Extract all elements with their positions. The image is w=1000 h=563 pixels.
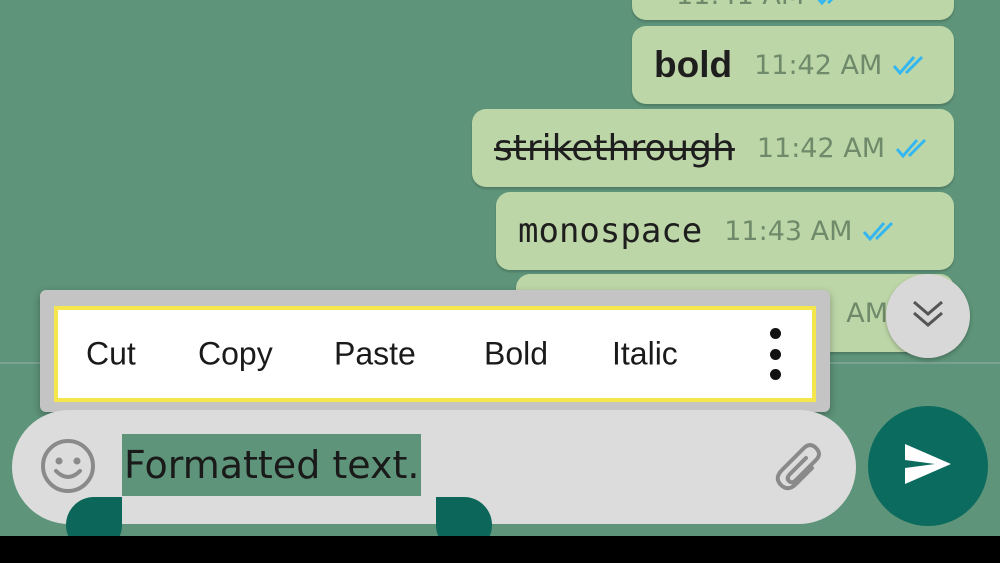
emoji-icon[interactable]: [38, 436, 98, 496]
message-composer: Formatted text.: [12, 410, 856, 524]
double-chevron-down-icon: [910, 298, 946, 334]
scroll-to-bottom-button[interactable]: [886, 274, 970, 358]
message-time: AM: [846, 297, 888, 329]
more-vert-icon[interactable]: [758, 324, 792, 384]
double-check-icon: [892, 54, 930, 76]
message-time: 11:43 AM: [724, 215, 853, 247]
message-bubble[interactable]: bold 11:42 AM: [632, 26, 954, 104]
double-check-icon: [814, 0, 852, 6]
message-text: strikethrough: [494, 127, 735, 169]
message-text: monospace: [518, 211, 703, 251]
message-bubble[interactable]: monospace 11:43 AM: [496, 192, 954, 270]
send-button[interactable]: [868, 406, 988, 526]
menu-item-copy[interactable]: Copy: [198, 336, 273, 373]
navigation-bar: [0, 536, 1000, 563]
message-time: 11:41 AM: [676, 0, 804, 11]
message-bubble[interactable]: 11:41 AM: [632, 0, 954, 20]
message-bubble[interactable]: strikethrough 11:42 AM: [472, 109, 954, 187]
double-check-icon: [895, 137, 933, 159]
text-selection-menu: Cut Copy Paste Bold Italic: [40, 290, 830, 412]
paperclip-icon[interactable]: [772, 440, 832, 500]
double-check-icon: [862, 220, 900, 242]
menu-item-cut[interactable]: Cut: [86, 336, 136, 373]
menu-item-italic[interactable]: Italic: [612, 336, 678, 373]
text-selection-menu-items: Cut Copy Paste Bold Italic: [54, 306, 816, 402]
menu-item-bold[interactable]: Bold: [484, 336, 548, 373]
send-icon: [903, 442, 953, 490]
message-time: 11:42 AM: [754, 49, 883, 81]
message-time: 11:42 AM: [756, 132, 886, 164]
message-input[interactable]: Formatted text.: [122, 434, 422, 496]
message-text: bold: [654, 44, 733, 85]
menu-item-paste[interactable]: Paste: [334, 336, 416, 373]
